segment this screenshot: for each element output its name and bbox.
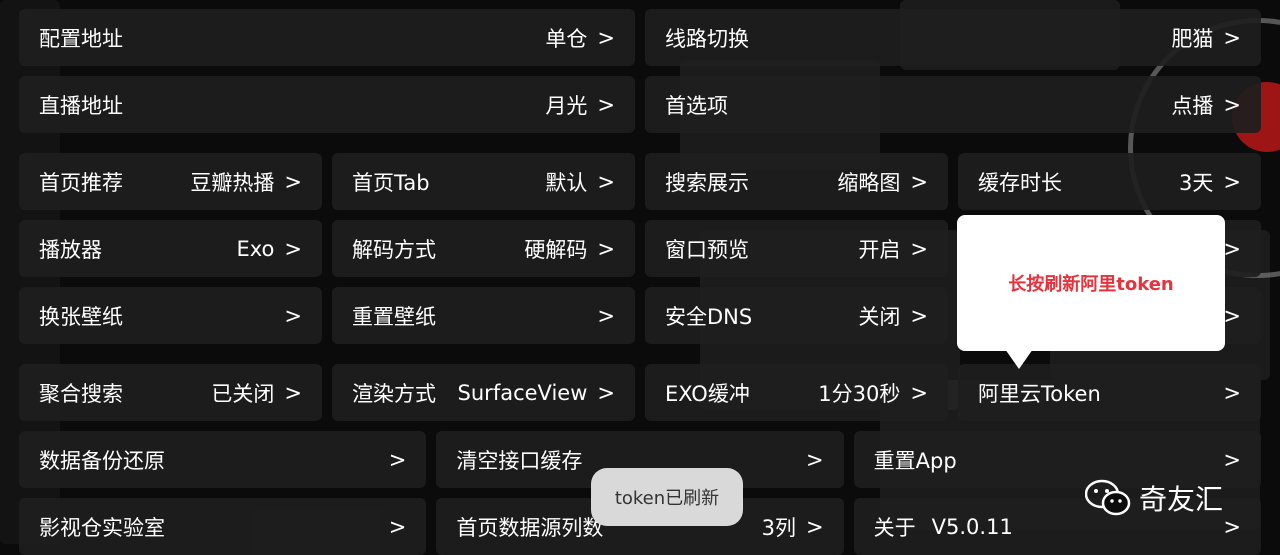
chevron-right-icon: > [910,236,928,261]
setting-label: 首页Tab [352,170,430,195]
setting-value: 1分30秒 [818,381,901,406]
chevron-right-icon: > [1223,236,1241,261]
chevron-right-icon: > [910,303,928,328]
setting-label: 解码方式 [352,237,436,262]
setting-label: 搜索展示 [665,170,749,195]
chevron-right-icon: > [806,447,824,472]
setting-aliyun-token[interactable]: 阿里云Token > [958,364,1261,421]
setting-value: 3天 [1179,170,1214,195]
chevron-right-icon: > [597,25,615,50]
chevron-right-icon: > [388,514,407,539]
setting-label: 安全DNS [665,304,753,329]
setting-label: 线路切换 [665,26,749,51]
setting-reset-wallpaper[interactable]: 重置壁纸 > [332,287,635,344]
chevron-right-icon: > [1223,447,1241,472]
wechat-icon [1085,479,1131,516]
setting-label: 重置壁纸 [352,304,436,329]
setting-label: 首选项 [665,93,728,118]
setting-label: 缓存时长 [978,170,1062,195]
watermark-text: 奇友汇 [1139,483,1224,516]
setting-value: Exo [236,236,275,261]
setting-label: 影视仓实验室 [39,515,165,540]
setting-label: 聚合搜索 [39,381,123,406]
setting-change-wallpaper[interactable]: 换张壁纸 > [19,287,322,344]
toast-text: token已刷新 [614,488,720,509]
setting-value: 单仓 [545,26,588,51]
chevron-right-icon: > [1223,25,1241,50]
chevron-right-icon: > [597,380,615,405]
setting-value: 硬解码 [524,237,588,262]
chevron-right-icon: > [388,447,407,472]
setting-search-display[interactable]: 搜索展示 缩略图 > [645,153,948,210]
setting-player[interactable]: 播放器 Exo > [19,220,322,277]
setting-label: 首页推荐 [39,170,123,195]
setting-value: 月光 [545,93,588,118]
setting-value: 豆瓣热播 [190,170,275,195]
setting-value: 关闭 [858,304,901,329]
chevron-right-icon: > [597,236,615,261]
setting-value: 肥猫 [1171,26,1214,51]
chevron-right-icon: > [284,236,302,261]
toast-message: token已刷新 [591,468,743,526]
setting-home-recommend[interactable]: 首页推荐 豆瓣热播 > [19,153,322,210]
setting-lab[interactable]: 影视仓实验室 > [19,498,427,555]
setting-exo-buffer[interactable]: EXO缓冲 1分30秒 > [645,364,948,421]
setting-label: 数据备份还原 [39,448,165,473]
tooltip-text: 长按刷新阿里token [1008,274,1174,295]
setting-label: 配置地址 [39,26,123,51]
setting-label: EXO缓冲 [665,381,750,406]
setting-label: 清空接口缓存 [456,448,583,473]
setting-render-mode[interactable]: 渲染方式 SurfaceView > [332,364,635,421]
setting-live-address[interactable]: 直播地址 月光 > [19,76,635,133]
chevron-right-icon: > [1223,380,1241,405]
chevron-right-icon: > [910,169,928,194]
setting-config-address[interactable]: 配置地址 单仓 > [19,9,635,66]
setting-label: 直播地址 [39,93,123,118]
setting-value: SurfaceView [457,380,588,405]
chevron-right-icon: > [597,92,615,117]
setting-window-preview[interactable]: 窗口预览 开启 > [645,220,948,277]
chevron-right-icon: > [597,303,615,328]
setting-value: 已关闭 [211,381,275,406]
setting-label: 窗口预览 [665,237,749,262]
chevron-right-icon: > [1223,303,1241,328]
chevron-right-icon: > [1223,169,1241,194]
setting-secure-dns[interactable]: 安全DNS 关闭 > [645,287,948,344]
tooltip-tail [1005,349,1033,369]
setting-label: 重置App [873,448,957,473]
chevron-right-icon: > [597,169,615,194]
setting-preference[interactable]: 首选项 点播 > [645,76,1261,133]
setting-value: 默认 [545,170,588,195]
setting-label: 播放器 [39,237,102,262]
chevron-right-icon: > [806,514,824,539]
setting-route-switch[interactable]: 线路切换 肥猫 > [645,9,1261,66]
chevron-right-icon: > [284,303,302,328]
chevron-right-icon: > [1223,514,1241,539]
setting-aggregate-search[interactable]: 聚合搜索 已关闭 > [19,364,322,421]
setting-label: 渲染方式 [352,381,436,406]
wechat-watermark: 奇友汇 [1085,478,1223,518]
setting-value: 开启 [858,237,901,262]
setting-label: 阿里云Token [978,381,1101,406]
setting-label: 关于 [873,515,916,540]
chevron-right-icon: > [1223,92,1241,117]
setting-value: V5.0.11 [931,514,1013,539]
chevron-right-icon: > [284,380,302,405]
setting-value: 缩略图 [837,170,901,195]
setting-label: 换张壁纸 [39,304,123,329]
setting-decode-mode[interactable]: 解码方式 硬解码 > [332,220,635,277]
chevron-right-icon: > [910,380,928,405]
aliyun-token-tooltip: 长按刷新阿里token [957,215,1225,369]
setting-data-backup-restore[interactable]: 数据备份还原 > [19,431,427,488]
setting-value: 点播 [1171,93,1214,118]
chevron-right-icon: > [284,169,302,194]
setting-label: 首页数据源列数 [456,515,604,540]
setting-cache-duration[interactable]: 缓存时长 3天 > [958,153,1261,210]
setting-value: 3列 [761,515,797,540]
setting-home-tab[interactable]: 首页Tab 默认 > [332,153,635,210]
